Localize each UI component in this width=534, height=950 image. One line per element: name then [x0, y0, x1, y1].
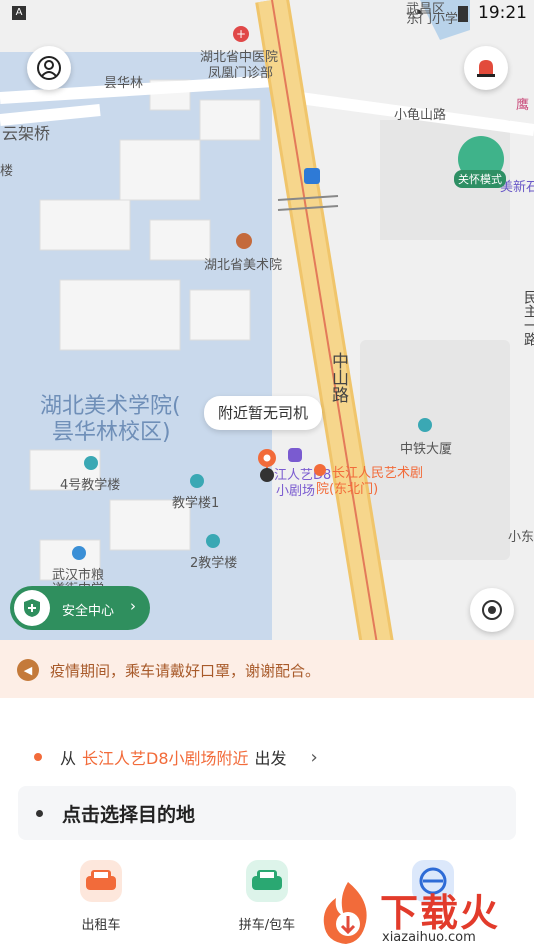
notice-text: 疫情期间，乘车请戴好口罩，谢谢配合。 — [50, 662, 321, 680]
notice-bar: ◀ 疫情期间，乘车请戴好口罩，谢谢配合。 — [0, 640, 534, 698]
watermark-url: xiazaihuo.com — [382, 930, 476, 945]
profile-button[interactable] — [27, 46, 71, 90]
map-label-academy: 昙华林校区) — [52, 420, 171, 445]
location-pin-icon — [258, 449, 276, 482]
hospital-icon: + — [233, 26, 249, 42]
map-view[interactable]: A ◔ 19:21 武昌区 东门小学 + 湖北省中医院 凤凰门诊部 昙华林 云架… — [0, 0, 534, 650]
safety-center-label: 安全中心 — [62, 604, 115, 619]
taxi-icon — [86, 870, 116, 890]
locate-icon — [482, 600, 502, 620]
building-icon — [418, 418, 432, 432]
care-mode-button[interactable]: 关怀模式 — [452, 130, 512, 190]
destination-field[interactable]: 点击选择目的地 — [18, 786, 516, 840]
chevron-right-icon: › — [130, 597, 136, 615]
carpool-label[interactable]: 拼车/包车 — [230, 914, 304, 933]
map-label-building4: 4号教学楼 — [60, 478, 121, 493]
destination-dot — [36, 810, 43, 817]
museum-icon — [236, 233, 252, 249]
map-label-building1: 教学楼1 — [172, 496, 220, 511]
taxi-button[interactable] — [80, 860, 122, 902]
pickup-dot — [34, 753, 42, 761]
shield-icon — [14, 590, 50, 626]
map-label-zhongshan: 中山路 — [328, 352, 348, 403]
car-icon — [252, 870, 282, 890]
poi-dot — [314, 464, 326, 476]
user-icon — [37, 56, 61, 80]
care-mode-label: 关怀模式 — [454, 170, 506, 188]
map-label: 东门小学 — [406, 12, 459, 27]
map-label-hospital-sub: 凤凰门诊部 — [208, 66, 274, 81]
safety-center-button[interactable]: 安全中心 › — [10, 586, 150, 630]
chevron-right-icon: › — [310, 746, 318, 768]
map-label-museum: 湖北省美术院 — [204, 258, 283, 273]
bell-icon — [477, 60, 495, 77]
map-label: 昙华林 — [104, 76, 144, 91]
taxi-label[interactable]: 出租车 — [70, 914, 132, 933]
watermark-title: 下载火 — [380, 891, 501, 935]
map-label-poi: 院(东北门) — [316, 482, 379, 497]
pickup-location: 长江人艺D8小剧场附近 — [82, 749, 249, 768]
map-label-road: 小龟山路 — [394, 108, 447, 123]
watermark: 下载火 xiazaihuo.com — [318, 878, 534, 950]
map-label-crcc: 中铁大厦 — [400, 442, 453, 457]
map-label-theater: 小剧场 — [276, 484, 316, 499]
map-label-minzhu: 民主一路 — [522, 290, 534, 346]
alarm-button[interactable] — [464, 46, 508, 90]
battery-icon — [458, 6, 468, 22]
notification-badge: A — [12, 6, 26, 20]
map-label: 楼 — [0, 164, 14, 179]
school-icon — [84, 456, 98, 470]
school-icon — [190, 474, 204, 488]
map-label-building2: 2教学楼 — [190, 556, 238, 571]
pickup-row[interactable]: 从 长江人艺D8小剧场附近 出发 › — [34, 744, 334, 770]
bus-stop-icon — [304, 168, 320, 184]
school-icon — [206, 534, 220, 548]
driver-status-bubble: 附近暂无司机 — [204, 396, 323, 430]
pickup-prefix: 从 — [60, 749, 77, 768]
locate-button[interactable] — [470, 588, 514, 632]
map-label: 小东 — [508, 530, 534, 545]
map-label: 云架桥 — [2, 124, 51, 143]
speaker-icon: ◀ — [17, 659, 39, 681]
theater-icon — [288, 448, 302, 462]
destination-placeholder: 点击选择目的地 — [62, 804, 196, 826]
clock: 19:21 — [478, 3, 527, 23]
carpool-button[interactable] — [246, 860, 288, 902]
school-icon — [72, 546, 86, 560]
map-label: 鹰 — [516, 98, 530, 113]
flame-logo-icon — [323, 882, 367, 944]
pickup-suffix: 出发 — [254, 749, 287, 768]
